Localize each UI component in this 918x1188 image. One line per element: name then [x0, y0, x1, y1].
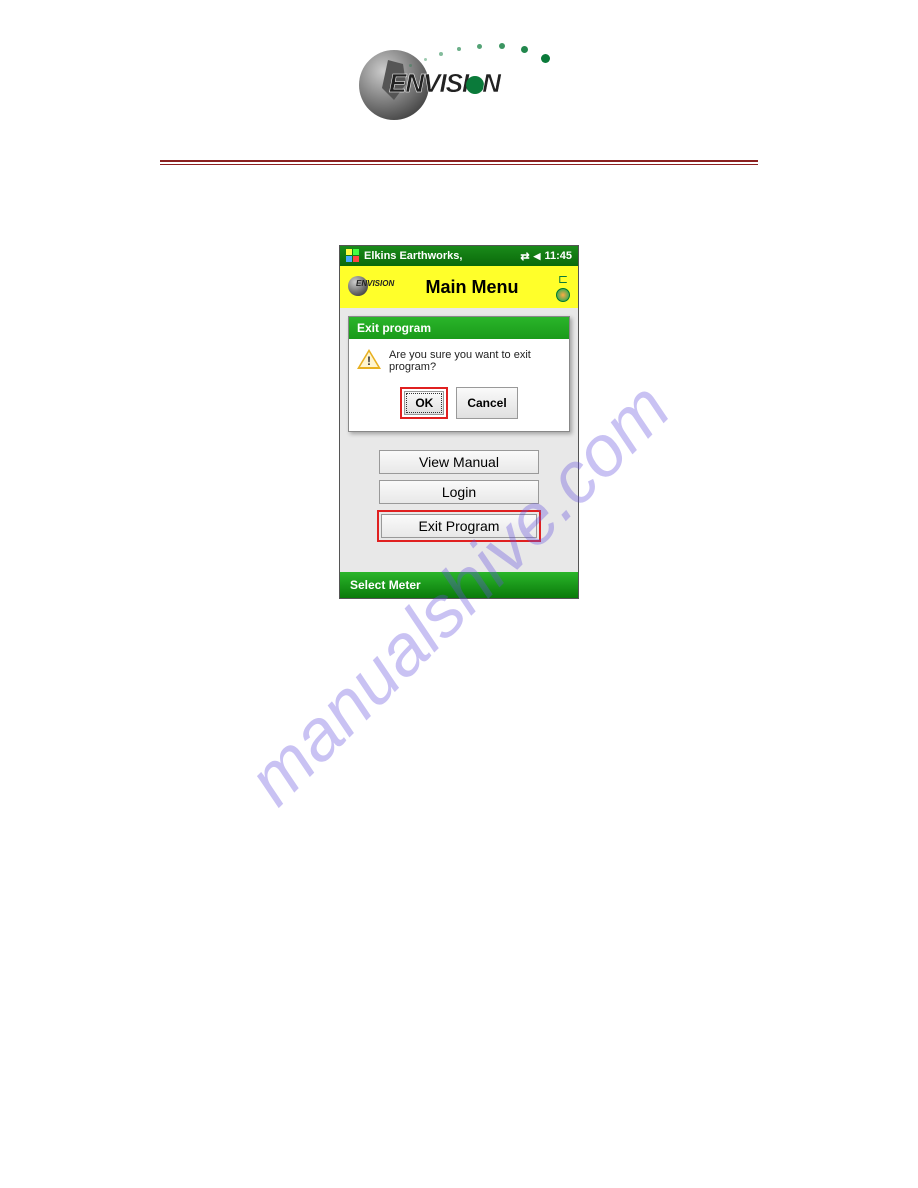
- dialog-message: Are you sure you want to exit program?: [389, 349, 561, 373]
- warning-icon: !: [357, 349, 381, 373]
- bottom-bar[interactable]: Select Meter: [340, 572, 578, 598]
- envision-logo: ENVISIN: [359, 40, 559, 130]
- page-header: ENVISIN: [0, 0, 918, 165]
- header-divider: [160, 164, 758, 165]
- view-manual-button[interactable]: View Manual: [379, 450, 539, 474]
- ok-button[interactable]: OK: [404, 391, 444, 415]
- header-divider: [160, 160, 758, 162]
- logo-text: ENVISIN: [389, 68, 500, 99]
- ok-highlight: OK: [400, 387, 448, 419]
- screenshot-container: Elkins Earthworks, 11:45 ENVISION Main M…: [0, 245, 918, 599]
- logo-container: ENVISIN: [80, 40, 838, 130]
- mini-logo: ENVISION: [348, 276, 388, 298]
- device-body: Exit program ! Are you sure you want to …: [340, 308, 578, 572]
- exit-program-button[interactable]: Exit Program: [381, 514, 537, 538]
- device-screenshot: Elkins Earthworks, 11:45 ENVISION Main M…: [339, 245, 579, 599]
- bell-icon: ⊏: [558, 272, 568, 286]
- windows-flag-icon: [346, 249, 360, 263]
- dialog-header: Exit program: [349, 317, 569, 339]
- titlebar-icons: ⊏: [556, 272, 570, 302]
- menu-buttons: View Manual Login Exit Program: [348, 450, 570, 542]
- title-bar: ENVISION Main Menu ⊏: [340, 266, 578, 308]
- exit-dialog: Exit program ! Are you sure you want to …: [348, 316, 570, 432]
- signal-icon: [520, 250, 529, 263]
- dialog-buttons: OK Cancel: [349, 383, 569, 431]
- status-time: 11:45: [544, 250, 572, 262]
- refresh-icon: [556, 288, 570, 302]
- exit-highlight: Exit Program: [377, 510, 541, 542]
- cancel-button[interactable]: Cancel: [456, 387, 517, 419]
- status-app-name: Elkins Earthworks,: [364, 250, 462, 262]
- login-button[interactable]: Login: [379, 480, 539, 504]
- status-bar: Elkins Earthworks, 11:45: [340, 246, 578, 266]
- page-title: Main Menu: [396, 277, 548, 298]
- dialog-body: ! Are you sure you want to exit program?: [349, 339, 569, 383]
- volume-icon: [534, 250, 541, 262]
